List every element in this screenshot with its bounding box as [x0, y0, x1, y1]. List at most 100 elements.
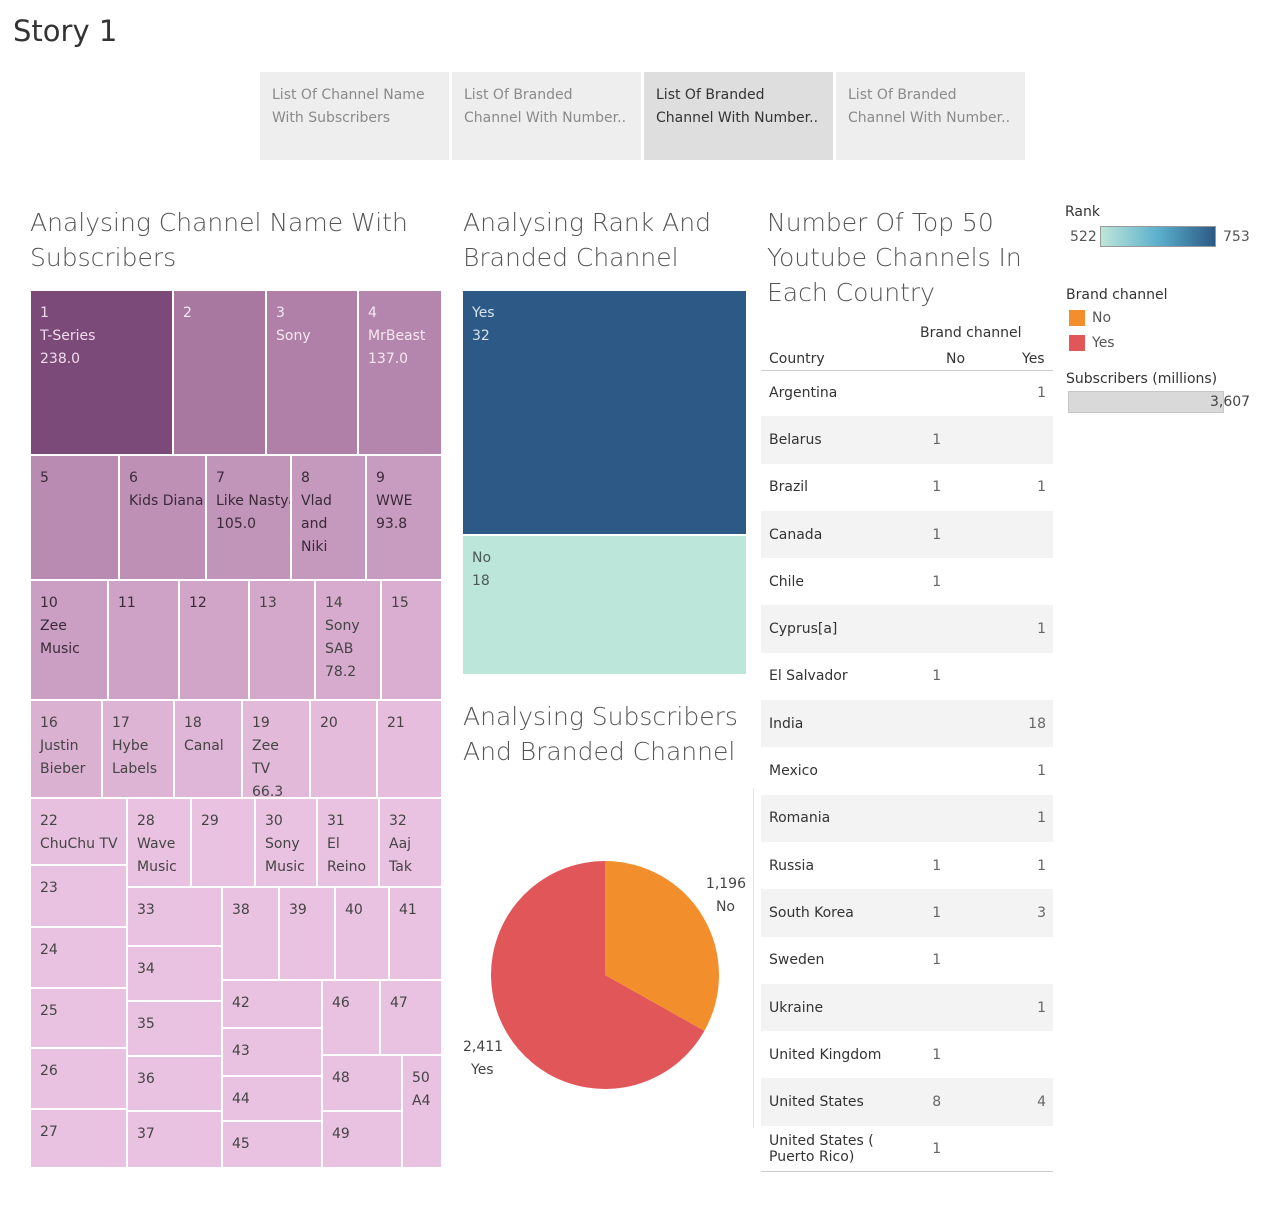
treemap-cell-29[interactable]: 29: [192, 799, 256, 888]
treemap-cell-27[interactable]: 27: [31, 1110, 128, 1169]
table-row: South Korea 1 3: [761, 889, 1053, 937]
treemap-rank-label: 9: [376, 470, 385, 486]
treemap-rank-label: 13: [259, 595, 277, 611]
treemap-cell-21[interactable]: 21: [378, 701, 443, 799]
treemap-cell-50[interactable]: 50 A4: [403, 1056, 443, 1169]
treemap-cell-40[interactable]: 40: [336, 888, 390, 981]
story-title: Story 1: [13, 14, 118, 48]
subscribers-legend-value: 3,607: [1210, 394, 1251, 410]
story-tab-2[interactable]: List Of Branded Channel With Number..: [452, 72, 641, 160]
treemap-cell-48[interactable]: 48: [323, 1056, 403, 1112]
treemap-text-label: 137.0: [368, 351, 409, 367]
treemap-cell-44[interactable]: 44: [223, 1077, 323, 1122]
treemap-rank-label: 29: [201, 813, 219, 829]
country-cell: Argentina: [769, 384, 838, 401]
treemap-text-label: Music: [40, 641, 80, 657]
rank-legend-title: Rank: [1065, 204, 1100, 220]
table-row: United States (Puerto Rico) 1: [761, 1126, 1053, 1173]
treemap-cell-23[interactable]: 23: [31, 866, 128, 928]
treemap-text-label: Sony: [265, 836, 300, 852]
brand-no-count-cell: 1: [932, 510, 1029, 559]
treemap-cell-34[interactable]: 34: [128, 947, 223, 1002]
brand-no-count-cell: 1: [932, 952, 942, 969]
treemap-text-label: Hybe: [112, 738, 149, 754]
treemap-cell-18[interactable]: 18 Canal: [175, 701, 243, 799]
treemap-rank-label: 36: [137, 1071, 155, 1087]
treemap-cell-41[interactable]: 41: [390, 888, 443, 981]
treemap-rank-label: 10: [40, 595, 58, 611]
treemap-cell-45[interactable]: 45: [223, 1122, 323, 1169]
treemap-rank-label: 39: [289, 902, 307, 918]
treemap-text-label: Aaj: [389, 836, 412, 852]
treemap-cell-20[interactable]: 20: [311, 701, 378, 799]
treemap-cell-5[interactable]: 5: [31, 456, 120, 581]
story-tab-4[interactable]: List Of Branded Channel With Number..: [836, 72, 1025, 160]
country-cell: Russia: [769, 857, 815, 874]
brand-cell-value: 32: [472, 328, 490, 344]
treemap-cell-7[interactable]: 7 Like Nastya 105.0: [207, 456, 292, 581]
treemap-cell-8[interactable]: 8 Vlad and Niki: [292, 456, 367, 581]
treemap-cell-10[interactable]: 10 Zee Music: [31, 581, 109, 701]
treemap-cell-49[interactable]: 49: [323, 1112, 403, 1169]
treemap-cell-15[interactable]: 15: [382, 581, 443, 701]
treemap-cell-35[interactable]: 35: [128, 1002, 223, 1057]
treemap-cell-25[interactable]: 25: [31, 989, 128, 1049]
story-tab-1[interactable]: List Of Channel Name With Subscribers: [260, 72, 449, 160]
brand-cell-yes[interactable]: Yes 32: [463, 291, 746, 534]
treemap-cell-14[interactable]: 14 Sony SAB 78.2: [316, 581, 382, 701]
treemap-cell-4[interactable]: 4 MrBeast 137.0: [359, 291, 443, 456]
treemap-cell-46[interactable]: 46: [323, 981, 381, 1056]
pie-label-yes: 2,411 Yes: [455, 1036, 505, 1082]
treemap-cell-47[interactable]: 47: [381, 981, 443, 1056]
country-cell: Mexico: [769, 763, 818, 780]
treemap-rank-label: 33: [137, 902, 155, 918]
country-cell: South Korea: [761, 889, 933, 937]
story-tab-3[interactable]: List Of Branded Channel With Number..: [644, 72, 833, 160]
treemap-cell-36[interactable]: 36: [128, 1057, 223, 1112]
brand-yes-count-cell: 1: [1028, 605, 1053, 653]
treemap-cell-43[interactable]: 43: [223, 1029, 323, 1077]
treemap-cell-6[interactable]: 6 Kids Diana Show: [120, 456, 207, 581]
treemap-cell-16[interactable]: 16 Justin Bieber: [31, 701, 103, 799]
treemap-cell-42[interactable]: 42: [223, 981, 323, 1029]
brand-legend-no: No: [1092, 310, 1112, 326]
treemap-rank-label: 26: [40, 1063, 58, 1079]
treemap-cell-9[interactable]: 9 WWE 93.8: [367, 456, 443, 581]
treemap-cell-30[interactable]: 30 Sony Music: [256, 799, 318, 888]
treemap-cell-33[interactable]: 33: [128, 888, 223, 947]
treemap-cell-3[interactable]: 3 Sony: [267, 291, 359, 456]
table-row: Romania 1: [761, 794, 1053, 842]
treemap-cell-11[interactable]: 11: [109, 581, 180, 701]
treemap-cell-28[interactable]: 28 Wave Music: [128, 799, 192, 888]
treemap-cell-39[interactable]: 39: [280, 888, 336, 981]
brand-yes-count-cell: 3: [1028, 889, 1053, 937]
brand-cell-no[interactable]: No 18: [463, 536, 746, 674]
treemap-cell-19[interactable]: 19 Zee TV 66.3: [243, 701, 311, 799]
treemap-cell-1[interactable]: 1 T-Series 238.0: [31, 291, 174, 456]
brand-no-count-cell: 1: [932, 889, 1029, 937]
country-cell: Belarus: [761, 416, 933, 464]
pie-label-yes-value: 2,411: [463, 1039, 504, 1055]
treemap-rank-label: 41: [399, 902, 417, 918]
table-row-header: Country: [769, 351, 825, 367]
treemap-text-label: A4: [412, 1093, 431, 1109]
table-row: Argentina 1: [761, 369, 1053, 416]
treemap-rank-label: 47: [390, 995, 408, 1011]
treemap-cell-12[interactable]: 12: [180, 581, 250, 701]
treemap-text-label: 238.0: [40, 351, 81, 367]
country-cell: Cyprus[a]: [761, 605, 933, 653]
treemap-rank-label: 48: [332, 1070, 350, 1086]
treemap-cell-31[interactable]: 31 El Reino: [318, 799, 380, 888]
treemap-rank-label: 5: [40, 470, 49, 486]
treemap-cell-22[interactable]: 22 ChuChu TV: [31, 799, 128, 866]
treemap-cell-13[interactable]: 13: [250, 581, 316, 701]
treemap-cell-24[interactable]: 24: [31, 928, 128, 989]
subscribers-legend-title: Subscribers (millions): [1066, 371, 1218, 387]
treemap-cell-26[interactable]: 26: [31, 1049, 128, 1110]
treemap-text-label: Zee: [40, 618, 67, 634]
treemap-cell-2[interactable]: 2: [174, 291, 267, 456]
treemap-cell-32[interactable]: 32 Aaj Tak: [380, 799, 443, 888]
treemap-cell-37[interactable]: 37: [128, 1112, 223, 1169]
treemap-cell-17[interactable]: 17 Hybe Labels: [103, 701, 175, 799]
treemap-cell-38[interactable]: 38: [223, 888, 280, 981]
